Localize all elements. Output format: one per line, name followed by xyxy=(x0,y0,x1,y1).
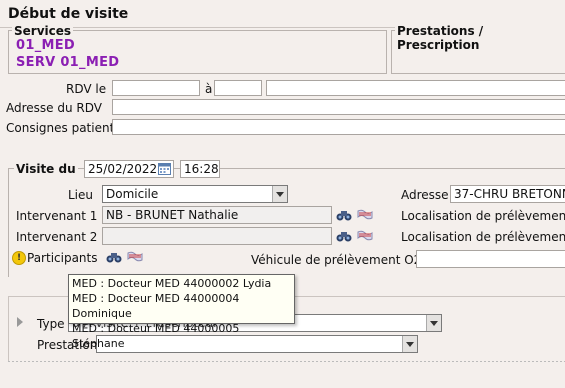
prestations-legend: Prestations / Prescription xyxy=(395,24,565,52)
expand-arrow-icon[interactable] xyxy=(17,317,23,327)
vehicule-label: Véhicule de prélèvement O2 xyxy=(251,253,422,267)
chevron-down-icon[interactable] xyxy=(402,336,417,352)
lieu-label: Lieu xyxy=(68,188,94,202)
adresse-rdv-label: Adresse du RDV xyxy=(6,101,102,115)
rdv-time-field[interactable] xyxy=(214,80,262,96)
adresse-field[interactable]: 37-CHRU BRETONN xyxy=(450,185,565,203)
type-label: Type xyxy=(37,317,65,331)
binoculars-icon[interactable] xyxy=(336,209,352,221)
service-code: 01_MED xyxy=(16,38,75,53)
adresse-label: Adresse xyxy=(401,188,449,202)
tooltip-line: MED : Docteur MED 44000002 Lydia xyxy=(72,277,272,290)
rdv-label: RDV le xyxy=(66,82,107,96)
lieu-select[interactable]: Domicile xyxy=(102,185,288,203)
intervenant1-field[interactable]: NB - BRUNET Nathalie xyxy=(102,206,332,224)
consignes-label: Consignes patient xyxy=(6,121,115,135)
rdv-extra-field[interactable] xyxy=(266,80,565,96)
lieu-value: Domicile xyxy=(106,187,159,201)
vehicule-field[interactable] xyxy=(416,250,565,268)
intervenant2-label: Intervenant 2 xyxy=(16,230,98,244)
flag-icon[interactable] xyxy=(357,209,373,221)
services-legend: Services xyxy=(12,24,74,38)
flag-icon[interactable] xyxy=(357,230,373,242)
warning-icon: ! xyxy=(12,251,26,265)
flag-icon[interactable] xyxy=(127,251,143,263)
participants-label: Participants xyxy=(27,251,98,265)
adresse-rdv-field[interactable] xyxy=(112,99,565,115)
binoculars-icon[interactable] xyxy=(106,251,122,263)
rdv-date-field[interactable] xyxy=(112,80,200,96)
tooltip-line: MED : Docteur MED 44000005 Stéphane xyxy=(72,322,240,350)
consignes-field[interactable] xyxy=(112,119,565,135)
page-title: Début de visite xyxy=(8,6,129,22)
chevron-down-icon[interactable] xyxy=(272,186,287,202)
localisation1-label: Localisation de prélèvement xyxy=(401,209,565,223)
visite-legend: Visite du xyxy=(14,162,78,176)
intervenant1-label: Intervenant 1 xyxy=(16,209,98,223)
binoculars-icon[interactable] xyxy=(336,230,352,242)
chevron-down-icon[interactable] xyxy=(426,315,441,331)
service-name: SERV 01_MED xyxy=(16,55,120,70)
localisation2-label: Localisation de prélèvement xyxy=(401,230,565,244)
tooltip-line: MED : Docteur MED 44000004 Dominique xyxy=(72,292,240,320)
participants-tooltip: MED : Docteur MED 44000002 Lydia MED : D… xyxy=(68,274,295,350)
rdv-a-label: à xyxy=(205,82,213,96)
visite-time-field[interactable]: 16:28 xyxy=(180,160,220,178)
calendar-icon[interactable] xyxy=(158,162,171,175)
intervenant2-field[interactable] xyxy=(102,227,332,245)
